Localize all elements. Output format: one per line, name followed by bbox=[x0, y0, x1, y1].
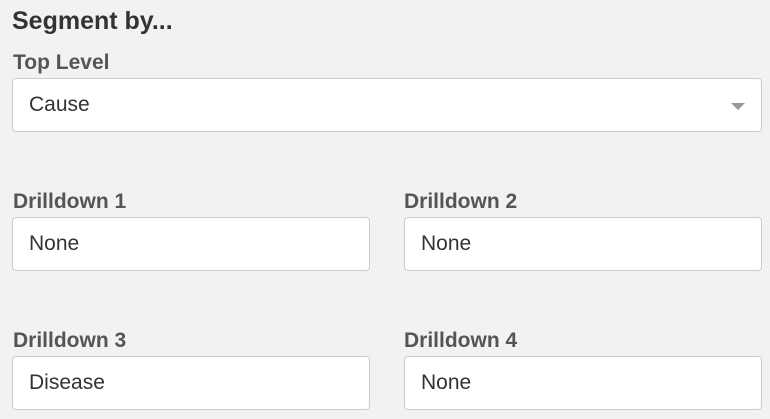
top-level-select[interactable]: Cause bbox=[12, 78, 762, 132]
drilldown-3-label: Drilldown 3 bbox=[13, 329, 127, 352]
chevron-down-icon bbox=[731, 103, 745, 110]
drilldown-2-select[interactable]: None bbox=[404, 217, 762, 271]
drilldown-4-select[interactable]: None bbox=[404, 356, 762, 410]
drilldown-3-value: Disease bbox=[29, 371, 105, 394]
segment-panel: Segment by... Top Level Cause Drilldown … bbox=[0, 0, 770, 419]
drilldown-1-select[interactable]: None bbox=[12, 217, 370, 271]
drilldown-3-select[interactable]: Disease bbox=[12, 356, 370, 410]
drilldown-4-value: None bbox=[421, 371, 472, 394]
drilldown-4-label: Drilldown 4 bbox=[404, 329, 518, 352]
drilldown-2-label: Drilldown 2 bbox=[404, 190, 518, 213]
drilldown-1-label: Drilldown 1 bbox=[13, 190, 127, 213]
top-level-label: Top Level bbox=[13, 51, 110, 74]
drilldown-2-value: None bbox=[421, 232, 472, 255]
section-title: Segment by... bbox=[12, 7, 173, 35]
drilldown-1-value: None bbox=[29, 232, 80, 255]
top-level-value: Cause bbox=[29, 93, 90, 116]
